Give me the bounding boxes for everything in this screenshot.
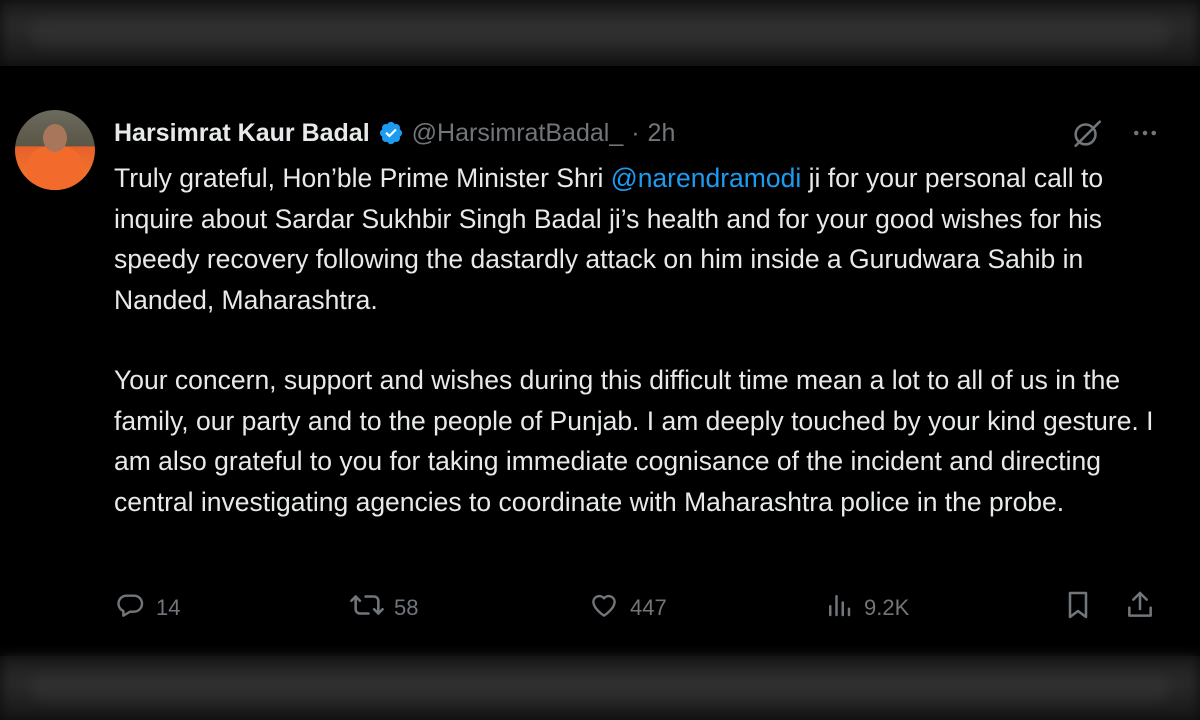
verified-badge-icon (378, 120, 404, 146)
repost-button[interactable]: 58 (350, 588, 418, 628)
like-count: 447 (630, 595, 667, 620)
reply-button[interactable]: 14 (114, 588, 180, 628)
blurred-bottom-edge (0, 656, 1200, 720)
tweet-header: Harsimrat Kaur Badal @HarsimratBadal_ · … (114, 116, 675, 150)
share-icon (1124, 589, 1156, 627)
tweet-paragraph-2: Your concern, support and wishes during … (114, 365, 1154, 517)
tweet-text: Truly grateful, Hon’ble Prime Minister S… (114, 158, 1174, 522)
author-name[interactable]: Harsimrat Kaur Badal (114, 119, 370, 148)
repost-icon (350, 588, 384, 628)
post-time[interactable]: 2h (648, 119, 676, 148)
avatar-scarf (27, 146, 83, 190)
tweet-paragraph-1: Truly grateful, Hon’ble Prime Minister S… (114, 158, 1174, 320)
grok-icon[interactable] (1070, 116, 1104, 150)
blurred-top-edge (0, 0, 1200, 66)
text-before-mention: Truly grateful, Hon’ble Prime Minister S… (114, 163, 611, 193)
separator-dot: · (631, 118, 640, 147)
reply-count: 14 (156, 595, 181, 620)
top-actions (1070, 116, 1160, 150)
more-icon[interactable] (1130, 118, 1160, 148)
bookmark-button[interactable] (1062, 588, 1094, 628)
heart-icon (588, 589, 620, 627)
action-bar: 14 58 447 9.2K (114, 588, 1164, 628)
avatar-face (43, 124, 67, 152)
bookmark-icon (1062, 589, 1094, 627)
views-icon (824, 590, 854, 626)
views-button[interactable]: 9.2K (824, 588, 909, 628)
like-button[interactable]: 447 (588, 588, 667, 628)
views-count: 9.2K (864, 595, 910, 620)
share-button[interactable] (1124, 588, 1156, 628)
mention-link[interactable]: @narendramodi (611, 163, 801, 193)
reply-icon (114, 589, 146, 627)
tweet-card[interactable]: Harsimrat Kaur Badal @HarsimratBadal_ · … (0, 66, 1200, 656)
author-handle[interactable]: @HarsimratBadal_ (412, 119, 624, 148)
repost-count: 58 (394, 595, 419, 620)
avatar[interactable] (15, 110, 95, 190)
